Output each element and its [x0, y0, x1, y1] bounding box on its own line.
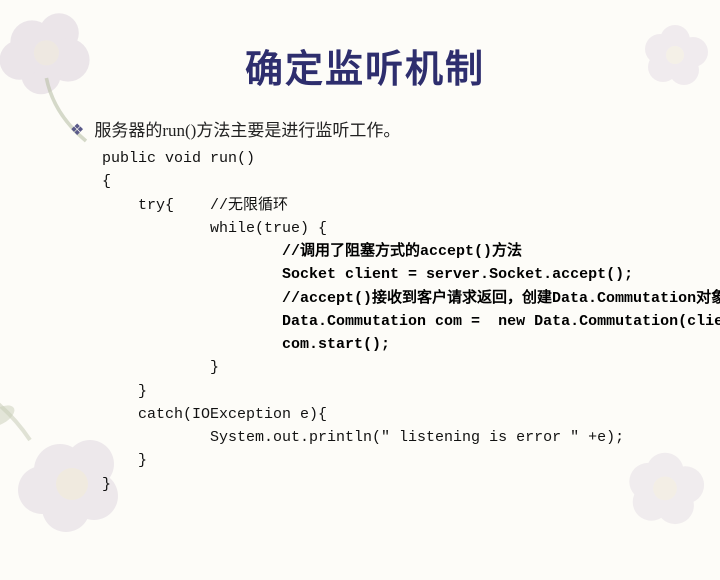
code-line: } — [102, 476, 111, 493]
bullet-text: 服务器的run()方法主要是进行监听工作。 — [94, 119, 400, 143]
code-line: } — [102, 383, 147, 400]
code-line: } — [102, 359, 219, 376]
code-line: public void run() — [102, 150, 255, 167]
slide-title: 确定监听机制 — [60, 38, 670, 93]
code-line: { — [102, 173, 111, 190]
code-block: public void run() { try{ //无限循环 while(tr… — [102, 147, 670, 496]
code-line-highlight: //调用了阻塞方式的accept()方法 — [102, 243, 522, 260]
bullet-icon: ❖ — [70, 119, 84, 143]
code-line: } — [102, 452, 147, 469]
code-line: catch(IOException e){ — [102, 406, 327, 423]
code-line-highlight: Socket client = server.Socket.accept(); — [102, 266, 633, 283]
code-line-highlight: //accept()接收到客户请求返回，创建Data.Commutation对象 — [102, 290, 720, 307]
code-line: try{ //无限循环 — [102, 197, 288, 214]
code-line-highlight: Data.Commutation com = new Data.Commutat… — [102, 313, 720, 330]
code-line: System.out.println(" listening is error … — [102, 429, 624, 446]
bullet-item: ❖ 服务器的run()方法主要是进行监听工作。 — [70, 119, 670, 143]
code-line-highlight: com.start(); — [102, 336, 390, 353]
slide-container: 确定监听机制 ❖ 服务器的run()方法主要是进行监听工作。 public vo… — [0, 0, 720, 540]
code-line: while(true) { — [102, 220, 327, 237]
